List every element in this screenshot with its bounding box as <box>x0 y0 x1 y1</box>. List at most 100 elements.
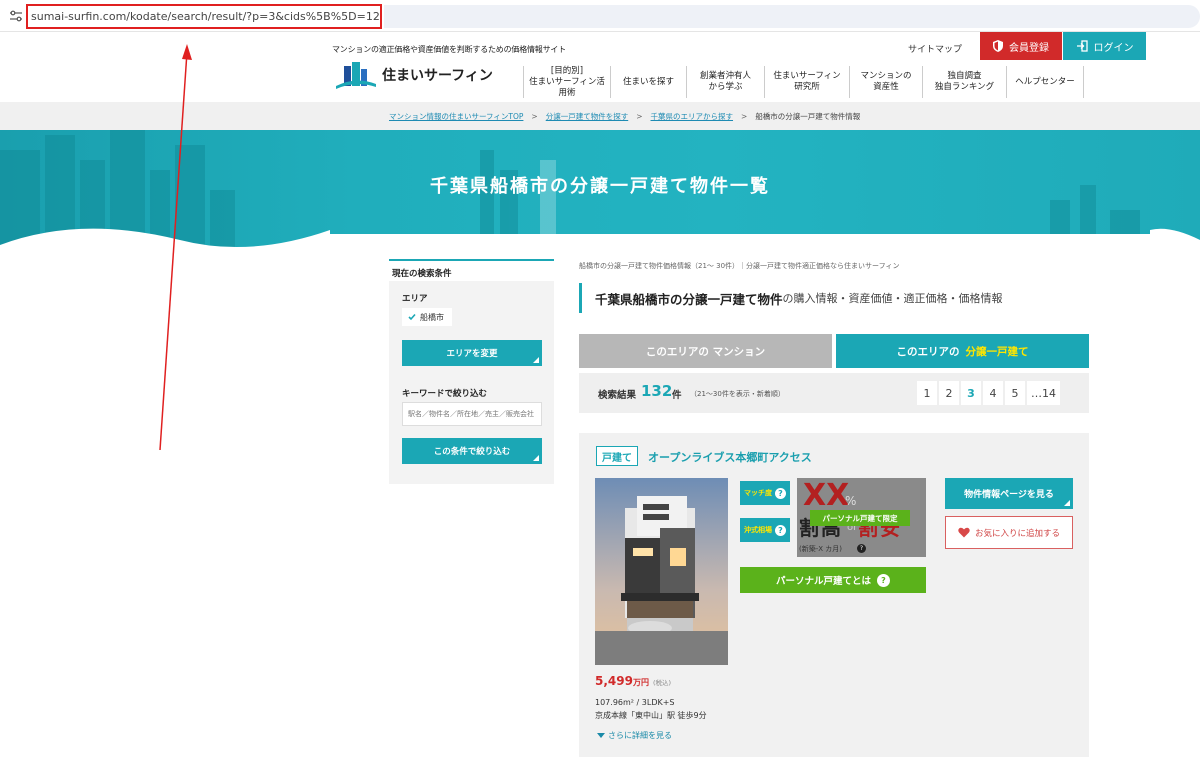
area-label: エリア <box>402 294 428 304</box>
url-field-background[interactable] <box>384 5 1200 28</box>
page-current: 3 <box>961 381 981 405</box>
property-detail-button[interactable]: 物件情報ページを見る <box>945 478 1073 509</box>
result-range: （21～30件を表示・新着順） <box>690 390 785 398</box>
property-price: 5,499万円 (税込) <box>595 674 671 688</box>
breadcrumb: マンション情報の住まいサーフィンTOP > 分譲一戸建て物件を探す > 千葉県の… <box>0 102 1200 130</box>
nav-label: から学ぶ <box>708 82 743 92</box>
login-label: ログイン <box>1093 42 1134 54</box>
breadcrumb-separator: > <box>741 111 748 121</box>
shield-icon <box>993 40 1003 52</box>
add-favorite-button[interactable]: お気に入りに追加する <box>945 516 1073 549</box>
tab-kodate[interactable]: このエリアの 分譲一戸建て <box>836 334 1089 368</box>
nav-founder[interactable]: 創業者沖有人 から学ぶ <box>686 66 764 98</box>
breadcrumb-kodate-link[interactable]: 分譲一戸建て物件を探す <box>546 111 629 122</box>
result-label: 検索結果 <box>598 390 637 401</box>
station-access: 京成本線「東中山」駅 徒歩9分 <box>595 711 707 720</box>
breadcrumb-separator: > <box>531 111 538 121</box>
nav-label: 独自調査 <box>947 71 982 81</box>
corner-arrow-icon <box>1064 500 1070 506</box>
heading-sub: の購入情報・資産価値・適正価格・価格情報 <box>782 292 1003 305</box>
valuation-placeholder: XX <box>803 478 850 513</box>
corner-arrow-icon <box>533 357 539 363</box>
more-label: さらに詳細を見る <box>608 731 672 740</box>
register-label: 会員登録 <box>1009 42 1049 54</box>
meta-description: 船橋市の分譲一戸建て物件価格情報（21～ 30件）｜分譲一戸建て物件適正価格なら… <box>579 262 900 270</box>
area-value: 船橋市 <box>420 312 444 322</box>
personal-limited-label: パーソナル戸建て限定 <box>810 510 910 526</box>
nav-label: [目的別] <box>550 65 584 76</box>
breadcrumb-chiba-link[interactable]: 千葉県のエリアから探す <box>651 111 734 122</box>
url-text: sumai-surfin.com/kodate/search/result/?p… <box>31 10 380 23</box>
nav-label: 独自ランキング <box>934 82 995 92</box>
page-link[interactable]: 2 <box>939 381 959 405</box>
logo-text: 住まいサーフィン <box>382 68 493 84</box>
page-link[interactable]: 1 <box>917 381 937 405</box>
global-nav: [目的別] 住まいサーフィン活用術 住まいを探す 創業者沖有人 から学ぶ 住まいサー… <box>523 66 1084 98</box>
help-icon: ? <box>775 524 786 536</box>
nav-label: 住まいサーフィン活用術 <box>529 76 605 98</box>
tab-kodate-prefix: このエリアの <box>896 345 960 358</box>
area-layout: 107.96m² / 3LDK+S <box>595 698 675 707</box>
nav-label: 住まいを探す <box>622 76 674 87</box>
match-label: マッチ度 <box>744 489 772 497</box>
property-spec: 107.96m² / 3LDK+S 京成本線「東中山」駅 徒歩9分 <box>595 696 707 722</box>
nav-label: 創業者沖有人 <box>699 71 751 81</box>
heart-icon <box>958 527 970 538</box>
keyword-label: キーワードで絞り込む <box>402 389 488 399</box>
property-type-badge: 戸建て <box>596 446 638 466</box>
nav-research[interactable]: 住まいサーフィン 研究所 <box>764 66 849 98</box>
register-button[interactable]: 会員登録 <box>980 32 1062 60</box>
tab-mansion[interactable]: このエリアの マンション <box>579 334 832 368</box>
site-settings-icon[interactable] <box>9 9 23 23</box>
nav-asset-value[interactable]: マンションの 資産性 <box>849 66 922 98</box>
breadcrumb-current: 船橋市の分譲一戸建て物件情報 <box>755 111 861 121</box>
property-name-link[interactable]: オープンライブス本郷町アクセス <box>648 449 812 465</box>
price-tax: (税込) <box>652 679 672 687</box>
result-bar: 検索結果 132 件 （21～30件を表示・新着順） 1 2 3 4 5 …14 <box>579 373 1089 413</box>
nav-search-home[interactable]: 住まいを探す <box>610 66 686 98</box>
check-icon <box>408 313 416 321</box>
nav-label: 資産性 <box>873 82 899 92</box>
price-value: 5,499 <box>595 674 633 688</box>
market-price-button[interactable]: 沖式相場 ? <box>740 518 790 542</box>
nav-help[interactable]: ヘルプセンター <box>1006 66 1084 98</box>
building-logo-icon <box>336 62 376 89</box>
page-last-link[interactable]: …14 <box>1027 381 1060 405</box>
breadcrumb-top-link[interactable]: マンション情報の住まいサーフィンTOP <box>389 111 523 122</box>
nav-usage-guide[interactable]: [目的別] 住まいサーフィン活用術 <box>523 66 610 98</box>
personal-kodate-button[interactable]: パーソナル戸建てとは ? <box>740 567 926 593</box>
result-unit: 件 <box>672 390 682 401</box>
sitemap-link[interactable]: サイトマップ <box>908 42 962 55</box>
valuation-note: (新築-X カ月) <box>799 545 843 553</box>
nav-label: 研究所 <box>794 82 820 92</box>
help-icon: ? <box>857 544 866 553</box>
change-area-label: エリアを変更 <box>446 349 498 359</box>
personal-label: パーソナル戸建てとは <box>775 576 871 587</box>
favorite-label: お気に入りに追加する <box>974 528 1060 539</box>
triangle-down-icon <box>597 733 605 738</box>
page-heading: 千葉県船橋市の分譲一戸建て物件 の購入情報・資産価値・適正価格・価格情報 <box>579 283 1003 313</box>
valuation-percent: % <box>845 494 857 508</box>
match-score-button[interactable]: マッチ度 ? <box>740 481 790 505</box>
more-details-link[interactable]: さらに詳細を見る <box>597 730 672 741</box>
keyword-input[interactable] <box>402 402 542 426</box>
conditions-heading: 現在の検索条件 <box>389 261 554 281</box>
page-link[interactable]: 5 <box>1005 381 1025 405</box>
nav-ranking[interactable]: 独自調査 独自ランキング <box>922 66 1006 98</box>
tagline: マンションの適正価格や資産価値を判断するための価格情報サイト <box>332 45 566 54</box>
url-field[interactable]: sumai-surfin.com/kodate/search/result/?p… <box>26 4 382 29</box>
browser-address-bar: sumai-surfin.com/kodate/search/result/?p… <box>0 0 1200 32</box>
nav-label: ヘルプセンター <box>1015 76 1075 87</box>
site-logo[interactable]: 住まいサーフィン <box>334 60 493 90</box>
house-photo-illustration <box>595 478 728 665</box>
page-link[interactable]: 4 <box>983 381 1003 405</box>
nav-label: 住まいサーフィン <box>773 71 841 81</box>
change-area-button[interactable]: エリアを変更 <box>402 340 542 366</box>
tab-kodate-highlight: 分譲一戸建て <box>965 345 1029 358</box>
login-button[interactable]: ログイン <box>1063 32 1146 60</box>
price-unit: 万円 <box>632 678 649 687</box>
nav-label: マンションの <box>860 71 912 81</box>
property-photo[interactable] <box>595 478 728 665</box>
corner-arrow-icon <box>533 455 539 461</box>
filter-button[interactable]: この条件で絞り込む <box>402 438 542 464</box>
